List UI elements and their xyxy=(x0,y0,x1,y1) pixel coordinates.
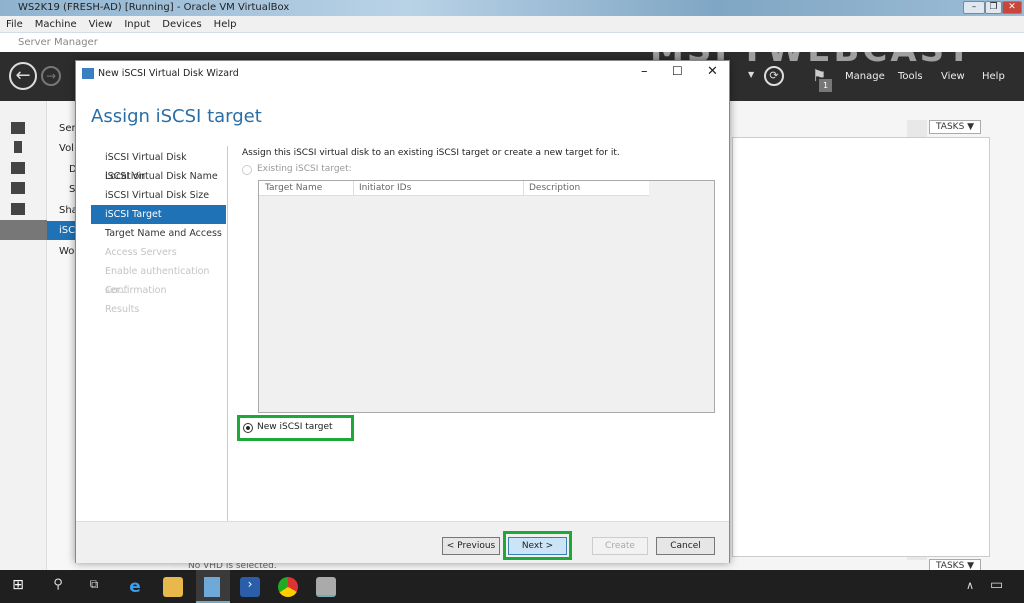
nav-item-selected[interactable] xyxy=(0,220,47,240)
new-target-label[interactable]: New iSCSI target xyxy=(257,422,333,432)
panel-item[interactable]: Vol xyxy=(59,143,74,154)
step-access-servers: Access Servers xyxy=(105,247,177,258)
col-description[interactable]: Description xyxy=(529,183,580,193)
menu-input[interactable]: Input xyxy=(118,16,156,33)
table-header: Target Name Initiator IDs Description xyxy=(259,181,649,196)
wizard-heading: Assign iSCSI target xyxy=(91,106,262,127)
local-server-icon[interactable] xyxy=(14,141,22,153)
left-nav xyxy=(0,101,47,570)
notification-count: 1 xyxy=(819,79,832,92)
wizard-minimize[interactable]: – xyxy=(641,64,648,79)
col-target-name[interactable]: Target Name xyxy=(265,183,322,193)
description: Assign this iSCSI virtual disk to an exi… xyxy=(242,148,620,158)
powershell-icon[interactable]: › xyxy=(240,577,260,597)
help-menu[interactable]: Help xyxy=(982,71,1005,82)
task-view-icon[interactable]: ⧉ xyxy=(84,577,104,597)
file-explorer-icon[interactable] xyxy=(163,577,183,597)
dropdown-icon[interactable]: ▼ xyxy=(748,70,754,79)
chrome-icon[interactable] xyxy=(278,577,298,597)
restore-button[interactable]: ❐ xyxy=(985,1,1002,14)
panel-item[interactable]: Ser xyxy=(59,123,76,134)
start-icon[interactable]: ⊞ xyxy=(8,577,28,597)
wizard-icon xyxy=(82,68,94,79)
existing-target-label: Existing iSCSI target: xyxy=(257,164,352,174)
tray-chevron-icon[interactable]: ∧ xyxy=(966,579,974,592)
content-pane xyxy=(732,137,990,557)
dashboard-icon[interactable] xyxy=(11,122,25,134)
step-name[interactable]: iSCSI Virtual Disk Name xyxy=(91,167,226,186)
file-services-icon[interactable] xyxy=(11,182,25,194)
cancel-button[interactable]: Cancel xyxy=(656,537,715,555)
wizard-dialog: New iSCSI Virtual Disk Wizard – ☐ ✕ Assi… xyxy=(75,60,730,563)
ie-icon[interactable]: e xyxy=(125,577,145,597)
step-authentication: Enable authentication ser... xyxy=(105,266,210,296)
close-button[interactable]: ✕ xyxy=(1002,1,1022,14)
menu-machine[interactable]: Machine xyxy=(29,16,83,33)
all-servers-icon[interactable] xyxy=(11,162,25,174)
new-target-radio[interactable] xyxy=(243,423,253,433)
step-size[interactable]: iSCSI Virtual Disk Size xyxy=(91,186,226,205)
tools-menu[interactable]: Tools xyxy=(898,71,923,82)
targets-table: Target Name Initiator IDs Description xyxy=(258,180,715,413)
wizard-title: New iSCSI Virtual Disk Wizard xyxy=(98,68,239,79)
step-results: Results xyxy=(105,304,140,315)
server-manager-taskbar[interactable] xyxy=(196,570,230,603)
tasks-button-top[interactable]: TASKS ▼ xyxy=(929,120,982,134)
search-icon[interactable]: ⚲ xyxy=(48,577,68,597)
step-iscsi-target[interactable]: iSCSI Target xyxy=(91,205,226,224)
wizard-close[interactable]: ✕ xyxy=(707,64,718,79)
menu-help[interactable]: Help xyxy=(208,16,243,33)
step-location[interactable]: iSCSI Virtual Disk Location xyxy=(91,148,226,182)
view-menu[interactable]: View xyxy=(941,71,965,82)
next-button[interactable]: Next > xyxy=(508,537,567,555)
divider xyxy=(227,146,228,521)
forward-button[interactable]: → xyxy=(41,66,61,86)
taskbar: ⊞ ⚲ ⧉ e › ∧ ▭ xyxy=(0,570,1024,603)
step-target-name[interactable]: Target Name and Access xyxy=(91,224,226,243)
storage-icon[interactable] xyxy=(11,203,25,215)
step-confirmation: Confirmation xyxy=(105,285,167,296)
previous-button[interactable]: < Previous xyxy=(442,537,500,555)
col-initiator-ids[interactable]: Initiator IDs xyxy=(359,183,411,193)
menu-devices[interactable]: Devices xyxy=(156,16,207,33)
action-center-icon[interactable]: ▭ xyxy=(990,577,1003,593)
back-button[interactable]: ← xyxy=(9,62,37,90)
manage-menu[interactable]: Manage xyxy=(845,71,885,82)
panel-item[interactable]: Wo xyxy=(59,246,74,257)
menu-file[interactable]: File xyxy=(0,16,29,33)
create-button: Create xyxy=(592,537,648,555)
virtualbox-titlebar: WS2K19 (FRESH-AD) [Running] - Oracle VM … xyxy=(0,0,1024,16)
minimize-button[interactable]: – xyxy=(963,1,985,14)
existing-target-radio[interactable] xyxy=(242,165,252,175)
sm-title: Server Manager xyxy=(18,37,98,48)
menu-view[interactable]: View xyxy=(83,16,119,33)
wizard-maximize[interactable]: ☐ xyxy=(672,64,683,78)
window-title: WS2K19 (FRESH-AD) [Running] - Oracle VM … xyxy=(18,2,290,13)
app-icon[interactable] xyxy=(316,577,336,597)
